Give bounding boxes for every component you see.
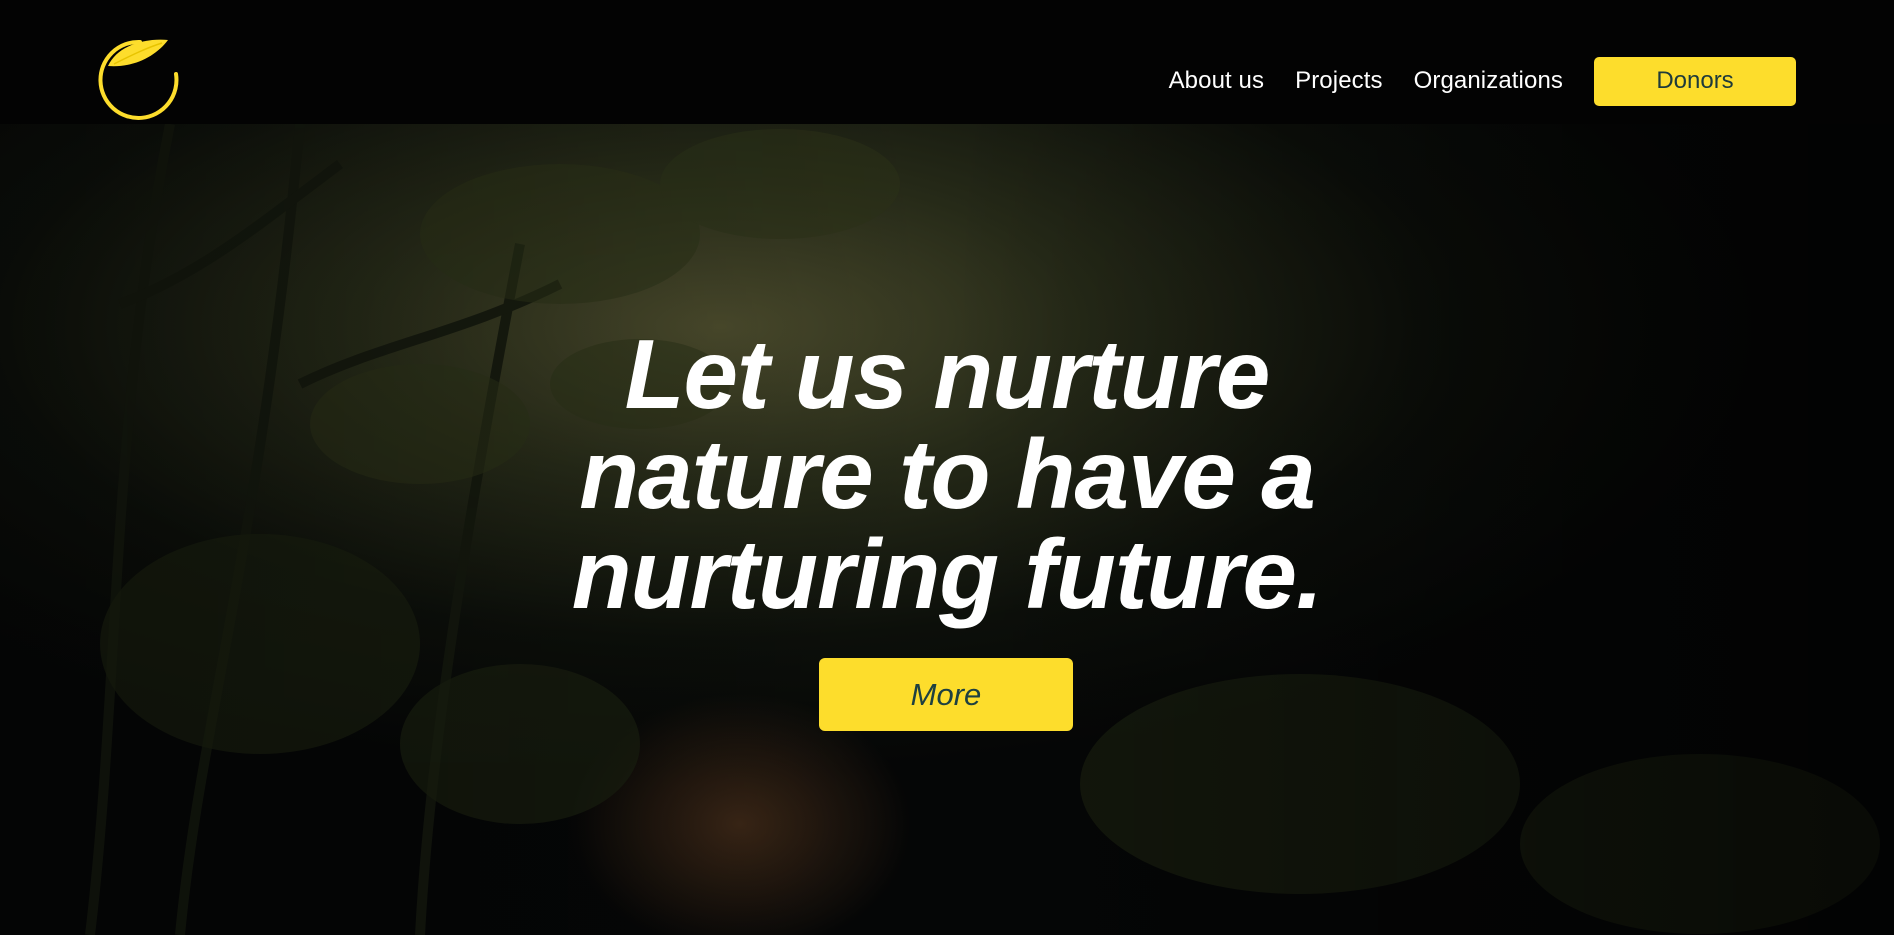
headline-line-1: Let us nurture xyxy=(624,319,1271,429)
hero-headline: Let us nurture nature to have a nurturin… xyxy=(447,324,1447,624)
main-nav: About us Projects Organizations Donors xyxy=(1169,56,1796,106)
page: About us Projects Organizations Donors L… xyxy=(0,0,1894,935)
hero-section: Let us nurture nature to have a nurturin… xyxy=(0,124,1894,935)
headline-line-3: nurturing future. xyxy=(571,519,1324,629)
nav-link-about-us[interactable]: About us xyxy=(1169,67,1265,95)
site-header: About us Projects Organizations Donors xyxy=(0,0,1894,124)
nav-link-organizations[interactable]: Organizations xyxy=(1414,67,1563,95)
donors-button[interactable]: Donors xyxy=(1594,56,1796,106)
more-button[interactable]: More xyxy=(819,658,1073,731)
headline-line-2: nature to have a xyxy=(579,419,1316,529)
nav-link-projects[interactable]: Projects xyxy=(1295,67,1383,95)
leaf-circle-logo-icon[interactable] xyxy=(96,34,180,124)
hero-content: Let us nurture nature to have a nurturin… xyxy=(0,124,1894,935)
